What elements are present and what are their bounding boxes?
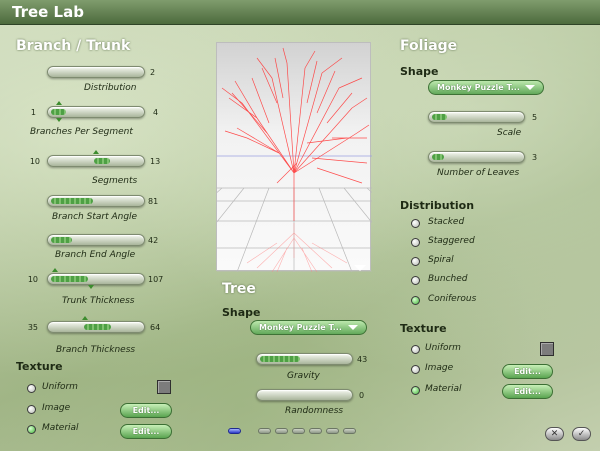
chevron-down-icon	[348, 325, 358, 330]
chevron-down-icon	[525, 85, 535, 90]
scale-label: Scale	[497, 128, 522, 138]
foliage-material-edit-button[interactable]: Edit...	[502, 384, 553, 399]
title-bar: Tree Lab	[0, 0, 600, 25]
window-title: Tree Lab	[12, 3, 84, 21]
branch-heading: Branch / Trunk	[16, 38, 131, 54]
dist-stacked-label: Stacked	[428, 217, 465, 227]
preview-collapse-icon[interactable]	[354, 265, 366, 271]
bps-label: Branches Per Segment	[30, 127, 133, 137]
branch-end-angle-label: Branch End Angle	[55, 250, 136, 260]
dist-stacked-radio[interactable]	[411, 219, 420, 228]
branch-thickness-slider[interactable]	[47, 316, 145, 333]
cancel-button[interactable]: ✕	[545, 427, 564, 441]
branch-texture-material-label: Material	[42, 423, 79, 433]
dist-staggered-label: Staggered	[428, 236, 475, 246]
tree-preview[interactable]	[126, 42, 463, 273]
close-icon: ✕	[550, 429, 559, 439]
branch-texture-uniform-radio[interactable]	[27, 384, 36, 393]
branch-image-edit-button[interactable]: Edit...	[120, 403, 172, 418]
tree-render	[126, 47, 463, 273]
page-dot-4[interactable]	[292, 428, 305, 434]
segments-min: 10	[29, 157, 40, 166]
branch-thickness-min: 35	[27, 323, 38, 332]
leaves-label: Number of Leaves	[437, 168, 520, 178]
dist-bunched-label: Bunched	[428, 274, 468, 284]
tree-heading: Tree	[222, 281, 256, 297]
dist-coniferous-label: Coniferous	[428, 294, 477, 304]
trunk-thickness-label: Trunk Thickness	[62, 296, 135, 306]
gravity-slider[interactable]	[256, 353, 353, 365]
foliage-texture-image-radio[interactable]	[411, 365, 420, 374]
gravity-value: 43	[357, 355, 368, 364]
scale-value: 5	[532, 113, 538, 122]
tree-shape-label: Shape	[222, 306, 261, 319]
bps-min: 1	[30, 108, 36, 117]
branch-texture-uniform-label: Uniform	[42, 382, 78, 392]
tree-shape-dropdown[interactable]: Monkey Puzzle T...	[250, 320, 367, 335]
branch-texture-image-radio[interactable]	[27, 405, 36, 414]
randomness-slider[interactable]	[256, 389, 353, 401]
dist-bunched-radio[interactable]	[411, 276, 420, 285]
distribution-value: 2	[150, 68, 156, 77]
branch-texture-material-radio[interactable]	[27, 425, 36, 434]
leaves-slider[interactable]	[428, 151, 525, 163]
segments-max: 13	[150, 157, 161, 166]
segments-slider[interactable]	[47, 150, 145, 167]
foliage-distribution-heading: Distribution	[400, 199, 475, 212]
dist-spiral-label: Spiral	[428, 255, 454, 265]
trunk-thickness-min: 10	[27, 275, 38, 284]
trunk-thickness-max: 107	[148, 275, 164, 284]
foliage-texture-material-label: Material	[425, 384, 462, 394]
page-dot-7[interactable]	[343, 428, 356, 434]
dist-spiral-radio[interactable]	[411, 257, 420, 266]
foliage-image-edit-button[interactable]: Edit...	[502, 364, 553, 379]
gravity-label: Gravity	[287, 371, 320, 381]
page-dot-6[interactable]	[326, 428, 339, 434]
foliage-texture-uniform-label: Uniform	[425, 343, 461, 353]
branches-per-segment-slider[interactable]	[47, 101, 145, 122]
ok-button[interactable]: ✓	[572, 427, 591, 441]
page-dot-2[interactable]	[258, 428, 271, 434]
page-dot-1[interactable]	[228, 428, 241, 434]
trunk-thickness-slider[interactable]	[47, 268, 145, 289]
branch-thickness-label: Branch Thickness	[56, 345, 136, 355]
branch-texture-heading: Texture	[16, 360, 63, 373]
randomness-value: 0	[359, 391, 365, 400]
foliage-heading: Foliage	[400, 38, 458, 54]
tree-shape-value: Monkey Puzzle T...	[259, 323, 342, 332]
scale-slider[interactable]	[428, 111, 525, 123]
leaves-value: 3	[532, 153, 538, 162]
segments-label: Segments	[92, 176, 138, 186]
randomness-label: Randomness	[285, 406, 344, 416]
branch-start-angle-value: 81	[148, 197, 159, 206]
branch-end-angle-value: 42	[148, 236, 159, 245]
foliage-texture-swatch[interactable]	[540, 342, 554, 356]
foliage-shape-dropdown[interactable]: Monkey Puzzle T...	[428, 80, 544, 95]
branch-material-edit-button[interactable]: Edit...	[120, 424, 172, 439]
branch-thickness-max: 64	[150, 323, 161, 332]
branch-start-angle-slider[interactable]	[47, 195, 145, 207]
page-dot-5[interactable]	[309, 428, 322, 434]
dist-staggered-radio[interactable]	[411, 238, 420, 247]
branch-texture-swatch[interactable]	[157, 380, 171, 394]
branch-end-angle-slider[interactable]	[47, 234, 145, 246]
branch-texture-image-label: Image	[42, 403, 71, 413]
foliage-shape-value: Monkey Puzzle T...	[437, 83, 520, 92]
foliage-texture-image-label: Image	[425, 363, 454, 373]
check-icon: ✓	[577, 429, 586, 439]
foliage-shape-label: Shape	[400, 65, 439, 78]
distribution-label: Distribution	[84, 83, 137, 93]
branch-start-angle-label: Branch Start Angle	[52, 212, 138, 222]
distribution-slider[interactable]	[47, 66, 145, 78]
foliage-texture-material-radio[interactable]	[411, 386, 420, 395]
foliage-texture-heading: Texture	[400, 322, 447, 335]
dist-coniferous-radio[interactable]	[411, 296, 420, 305]
foliage-texture-uniform-radio[interactable]	[411, 345, 420, 354]
bps-max: 4	[153, 108, 159, 117]
page-dot-3[interactable]	[275, 428, 288, 434]
